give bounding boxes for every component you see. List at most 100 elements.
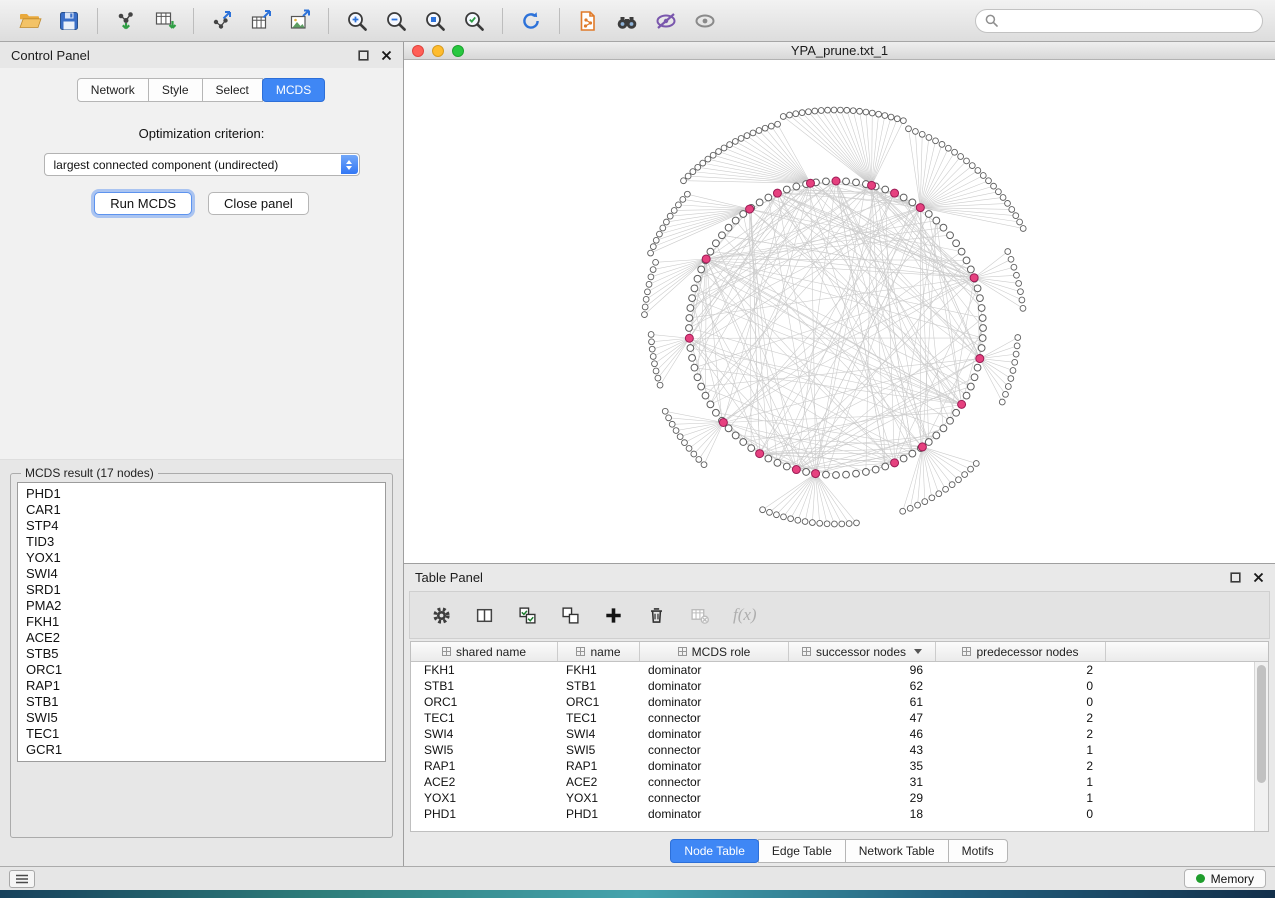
float-panel-icon[interactable] — [1230, 572, 1241, 583]
tab-network[interactable]: Network — [77, 78, 149, 102]
table-row[interactable]: SWI4SWI4dominator462 — [411, 726, 1254, 742]
result-node-item[interactable]: GCR1 — [18, 742, 385, 758]
table-row[interactable]: FKH1FKH1dominator962 — [411, 662, 1254, 678]
show-columns-button[interactable] — [475, 602, 494, 628]
tab-style[interactable]: Style — [148, 78, 203, 102]
find-button[interactable] — [609, 5, 645, 37]
window-maximize-icon[interactable] — [452, 45, 464, 57]
result-node-item[interactable]: STB1 — [18, 694, 385, 710]
apply-layout-button[interactable] — [513, 5, 549, 37]
window-close-icon[interactable] — [412, 45, 424, 57]
add-column-button[interactable] — [604, 602, 623, 628]
export-image-button[interactable] — [282, 5, 318, 37]
result-node-item[interactable]: PHD1 — [18, 486, 385, 502]
tab-motifs[interactable]: Motifs — [948, 839, 1008, 863]
open-session-button[interactable] — [12, 5, 48, 37]
export-network-button[interactable] — [204, 5, 240, 37]
column-header-successor-nodes[interactable]: successor nodes — [789, 642, 936, 661]
panels-menu-button[interactable] — [9, 870, 35, 888]
result-node-item[interactable]: FKH1 — [18, 614, 385, 630]
result-node-item[interactable]: RAP1 — [18, 678, 385, 694]
disabled-table-icon — [690, 606, 709, 625]
table-settings-button[interactable] — [432, 602, 451, 628]
deselect-all-button[interactable] — [561, 602, 580, 628]
document-share-button[interactable] — [570, 5, 606, 37]
tab-network-table[interactable]: Network Table — [845, 839, 949, 863]
fx-icon: f(x) — [733, 605, 757, 625]
result-node-item[interactable]: CAR1 — [18, 502, 385, 518]
cell-MCDS-role: dominator — [640, 662, 789, 678]
table-row[interactable]: ACE2ACE2connector311 — [411, 774, 1254, 790]
toolbar-separator — [193, 8, 194, 34]
cell-predecessor-nodes: 2 — [936, 710, 1106, 726]
table-row[interactable]: TEC1TEC1connector472 — [411, 710, 1254, 726]
cell-predecessor-nodes: 1 — [936, 742, 1106, 758]
window-minimize-icon[interactable] — [432, 45, 444, 57]
cell-successor-nodes: 43 — [789, 742, 936, 758]
eye-icon — [693, 9, 717, 33]
zoom-out-button[interactable] — [378, 5, 414, 37]
search-box[interactable] — [975, 9, 1263, 33]
result-node-item[interactable]: ORC1 — [18, 662, 385, 678]
cell-name: ORC1 — [558, 694, 640, 710]
result-node-item[interactable]: TID3 — [18, 534, 385, 550]
table-row[interactable]: ORC1ORC1dominator610 — [411, 694, 1254, 710]
table-row[interactable]: YOX1YOX1connector291 — [411, 790, 1254, 806]
zoom-selected-button[interactable] — [456, 5, 492, 37]
hamburger-icon — [15, 874, 29, 884]
toggle-graphics-details-button[interactable] — [648, 5, 684, 37]
memory-label: Memory — [1211, 872, 1254, 886]
import-table-button[interactable] — [147, 5, 183, 37]
result-node-item[interactable]: SWI4 — [18, 566, 385, 582]
column-header-name[interactable]: name — [558, 642, 640, 661]
table-scrollbar[interactable] — [1254, 662, 1268, 831]
zoom-in-button[interactable] — [339, 5, 375, 37]
table-row[interactable]: STB1STB1dominator620 — [411, 678, 1254, 694]
network-canvas[interactable] — [404, 60, 1273, 563]
result-node-item[interactable]: SWI5 — [18, 710, 385, 726]
result-node-item[interactable]: ACE2 — [18, 630, 385, 646]
table-body[interactable]: FKH1FKH1dominator962STB1STB1dominator620… — [411, 662, 1254, 831]
zoom-fit-button[interactable] — [417, 5, 453, 37]
result-node-item[interactable]: STB5 — [18, 646, 385, 662]
search-input[interactable] — [1004, 14, 1253, 28]
result-node-item[interactable]: TEC1 — [18, 726, 385, 742]
close-panel-icon[interactable] — [1253, 572, 1264, 583]
result-node-item[interactable]: STP4 — [18, 518, 385, 534]
scrollbar-thumb[interactable] — [1257, 665, 1266, 783]
export-table-button[interactable] — [243, 5, 279, 37]
tab-node-table[interactable]: Node Table — [670, 839, 759, 863]
table-row[interactable]: RAP1RAP1dominator352 — [411, 758, 1254, 774]
table-row[interactable]: SWI5SWI5connector431 — [411, 742, 1254, 758]
result-node-item[interactable]: SRD1 — [18, 582, 385, 598]
column-header-shared-name[interactable]: shared name — [411, 642, 558, 661]
result-node-item[interactable]: PMA2 — [18, 598, 385, 614]
network-graph[interactable] — [404, 60, 1273, 563]
tab-edge-table[interactable]: Edge Table — [758, 839, 846, 863]
network-window-titlebar[interactable]: YPA_prune.txt_1 — [404, 42, 1275, 60]
memory-button[interactable]: Memory — [1184, 869, 1266, 888]
toolbar-separator — [559, 8, 560, 34]
table-row[interactable]: PHD1PHD1dominator180 — [411, 806, 1254, 822]
sort-dropdown-icon[interactable] — [914, 649, 922, 654]
result-node-item[interactable]: YOX1 — [18, 550, 385, 566]
column-header-MCDS-role[interactable]: MCDS role — [640, 642, 789, 661]
save-session-button[interactable] — [51, 5, 87, 37]
tab-mcds[interactable]: MCDS — [262, 78, 325, 102]
import-network-button[interactable] — [108, 5, 144, 37]
select-all-button[interactable] — [518, 602, 537, 628]
column-header-predecessor-nodes[interactable]: predecessor nodes — [936, 642, 1106, 661]
criterion-dropdown[interactable]: largest connected component (undirected) — [44, 153, 360, 176]
show-hide-button[interactable] — [687, 5, 723, 37]
cell-shared-name: PHD1 — [411, 806, 558, 822]
cell-MCDS-role: connector — [640, 742, 789, 758]
table-panel-header: Table Panel — [404, 564, 1275, 590]
float-panel-icon[interactable] — [358, 50, 369, 61]
mcds-result-list[interactable]: PHD1CAR1STP4TID3YOX1SWI4SRD1PMA2FKH1ACE2… — [17, 482, 386, 762]
tab-select[interactable]: Select — [202, 78, 263, 102]
close-panel-button[interactable]: Close panel — [208, 192, 309, 215]
delete-column-button[interactable] — [647, 602, 666, 628]
run-mcds-button[interactable]: Run MCDS — [94, 192, 192, 215]
cell-shared-name: RAP1 — [411, 758, 558, 774]
close-panel-icon[interactable] — [381, 50, 392, 61]
